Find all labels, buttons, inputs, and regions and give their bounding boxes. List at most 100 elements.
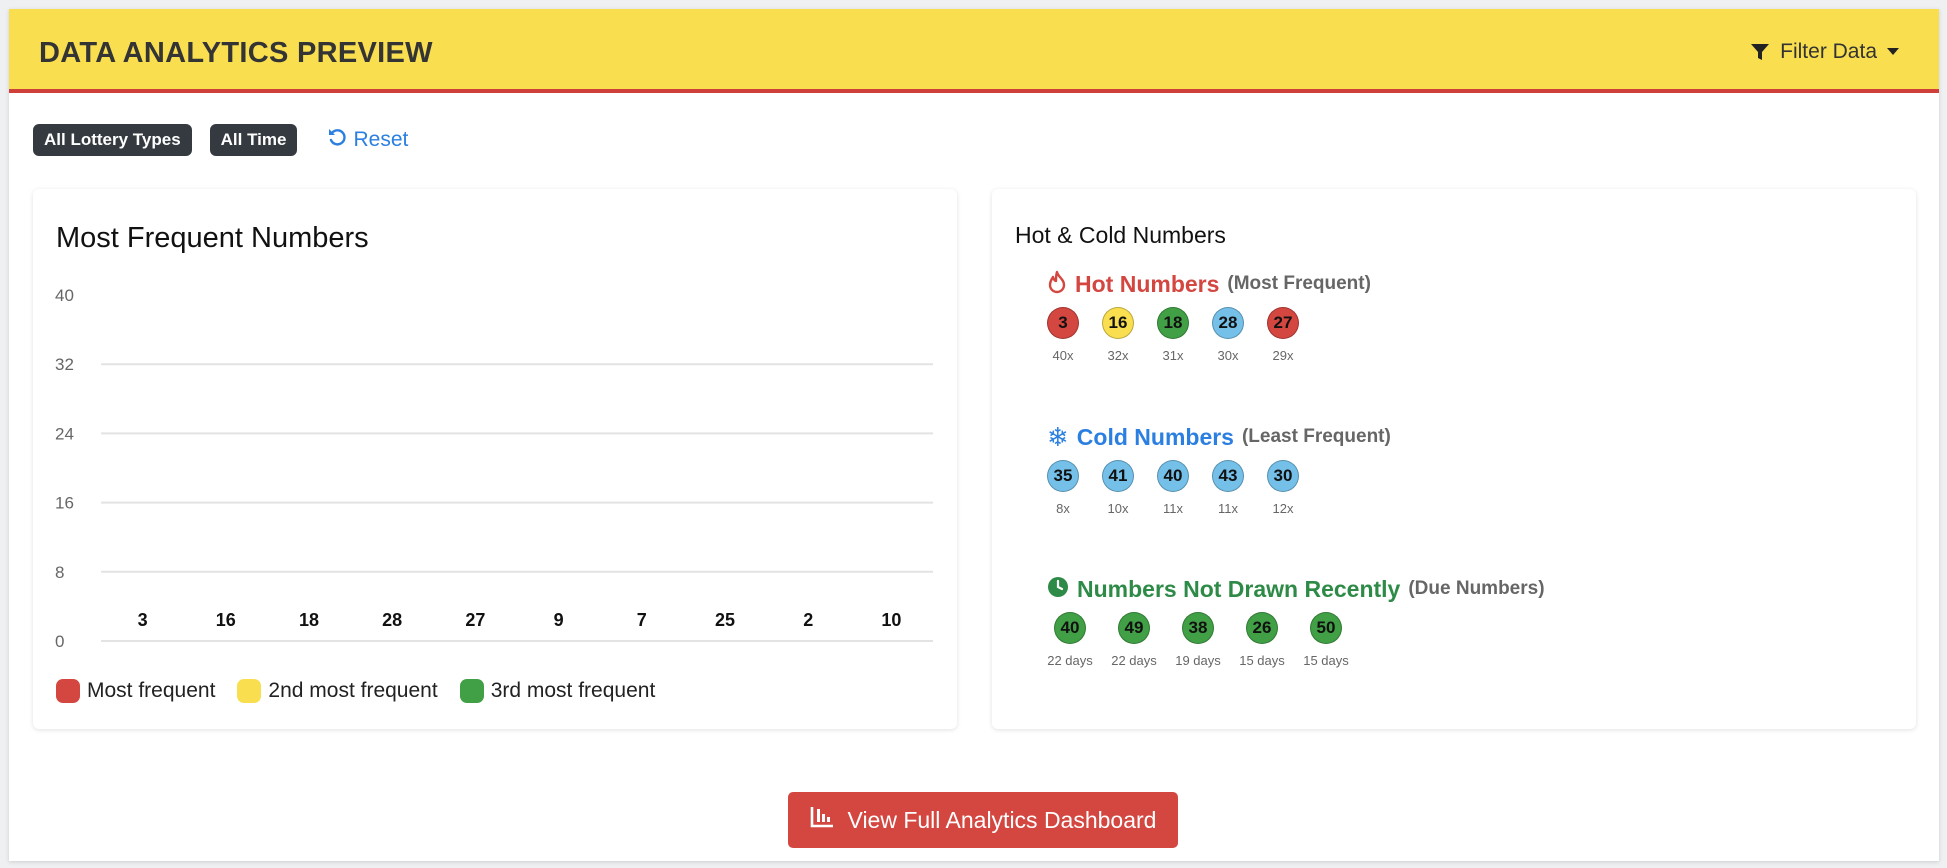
cold-number-item: 40 11x (1157, 460, 1212, 516)
y-tick-label: 24 (55, 424, 74, 443)
number-ball: 18 (1157, 307, 1189, 339)
hot-number-item: 18 31x (1157, 307, 1212, 363)
due-numbers-section: Numbers Not Drawn Recently (Due Numbers)… (1047, 574, 1545, 669)
cold-number-item: 30 12x (1267, 460, 1322, 516)
number-ball: 3 (1047, 307, 1079, 339)
reset-button[interactable]: Reset (327, 127, 408, 153)
number-ball: 30 (1267, 460, 1299, 492)
snowflake-icon: ❄ (1047, 422, 1069, 452)
due-numbers-subheading: (Due Numbers) (1408, 578, 1545, 599)
legend-item-most[interactable]: Most frequent (56, 679, 215, 703)
number-ball-label: 32x (1107, 348, 1129, 363)
hot-cold-panel: Hot & Cold Numbers Hot Numbers (Most Fre… (992, 189, 1916, 729)
x-category-label: 28 (382, 610, 402, 630)
number-ball: 28 (1212, 307, 1244, 339)
due-numbers-heading: Numbers Not Drawn Recently (1077, 575, 1401, 602)
clock-icon (1047, 576, 1069, 603)
hot-number-item: 16 32x (1102, 307, 1157, 363)
x-category-label: 3 (138, 610, 148, 630)
legend-swatch (56, 679, 80, 703)
x-category-label: 2 (803, 610, 813, 630)
hot-numbers-heading: Hot Numbers (1075, 270, 1220, 297)
number-ball-label: 22 days (1047, 653, 1093, 668)
number-ball-label: 10x (1107, 501, 1129, 516)
number-ball-label: 29x (1272, 348, 1294, 363)
x-category-label: 18 (299, 610, 319, 630)
x-category-label: 25 (715, 610, 735, 630)
number-ball-label: 15 days (1239, 653, 1285, 668)
cold-numbers-heading: Cold Numbers (1076, 423, 1234, 450)
undo-icon (327, 127, 347, 153)
number-ball: 50 (1310, 612, 1342, 644)
header-bar: DATA ANALYTICS PREVIEW Filter Data (9, 9, 1939, 93)
hot-numbers-section: Hot Numbers (Most Frequent) 3 40x 16 32x 18 3… (1047, 269, 1371, 363)
number-ball-label: 31x (1162, 348, 1184, 363)
funnel-icon (1750, 42, 1770, 62)
y-tick-label: 16 (55, 494, 74, 513)
cold-numbers-subheading: (Least Frequent) (1241, 426, 1391, 447)
number-ball-label: 11x (1218, 501, 1238, 516)
x-category-label: 16 (216, 610, 236, 630)
number-ball: 27 (1267, 307, 1299, 339)
number-ball: 40 (1054, 612, 1086, 644)
number-ball-label: 15 days (1303, 653, 1349, 668)
number-ball: 41 (1102, 460, 1134, 492)
hot-cold-title: Hot & Cold Numbers (1015, 222, 1226, 248)
hot-numbers-list: 3 40x 16 32x 18 31x 28 30x 27 29x (1047, 307, 1371, 363)
number-ball-label: 12x (1272, 501, 1294, 516)
number-ball: 16 (1102, 307, 1134, 339)
y-tick-label: 40 (55, 286, 74, 305)
legend-label: 3rd most frequent (490, 679, 656, 702)
fire-icon (1047, 270, 1067, 299)
y-tick-label: 8 (55, 563, 64, 582)
hot-number-item: 28 30x (1212, 307, 1267, 363)
due-number-item: 26 15 days (1239, 612, 1303, 668)
x-category-label: 27 (465, 610, 485, 630)
active-filters: All Lottery Types All Time Reset (33, 124, 408, 156)
hot-number-item: 3 40x (1047, 307, 1102, 363)
filter-chip-time-range[interactable]: All Time (209, 124, 298, 156)
reset-label: Reset (353, 128, 409, 151)
number-ball-label: 22 days (1111, 653, 1157, 668)
y-tick-label: 0 (55, 632, 64, 651)
x-category-label: 10 (881, 610, 901, 630)
filter-chip-lottery-type[interactable]: All Lottery Types (33, 124, 192, 156)
number-ball-label: 8x (1056, 501, 1070, 516)
number-ball: 43 (1212, 460, 1244, 492)
due-number-item: 40 22 days (1047, 612, 1111, 668)
cold-number-item: 35 8x (1047, 460, 1102, 516)
number-ball: 26 (1246, 612, 1278, 644)
number-ball-label: 40x (1052, 348, 1074, 363)
analytics-preview-card: DATA ANALYTICS PREVIEW Filter Data All L… (9, 9, 1939, 861)
legend-item-second[interactable]: 2nd most frequent (237, 679, 438, 703)
frequency-chart: 0 8 16 24 32 40 3 16 18 28 27 9 7 25 2 10 (55, 286, 933, 651)
legend-label: 2nd most frequent (268, 679, 438, 702)
due-numbers-list: 40 22 days 49 22 days 38 19 days 26 15 days 50 15… (1047, 612, 1545, 668)
number-ball-label: 11x (1163, 501, 1183, 516)
page-title: DATA ANALYTICS PREVIEW (39, 37, 433, 69)
legend-item-third[interactable]: 3rd most frequent (459, 679, 656, 703)
bar-chart-icon (810, 806, 834, 834)
number-ball-label: 30x (1217, 348, 1239, 363)
cold-number-item: 43 11x (1212, 460, 1267, 516)
number-ball: 49 (1118, 612, 1150, 644)
x-category-label: 7 (637, 610, 647, 630)
filter-data-button[interactable]: Filter Data (1750, 37, 1899, 67)
view-full-dashboard-button[interactable]: View Full Analytics Dashboard (788, 792, 1178, 848)
caret-down-icon (1887, 48, 1899, 56)
due-number-item: 50 15 days (1303, 612, 1367, 668)
hot-number-item: 27 29x (1267, 307, 1322, 363)
hot-numbers-subheading: (Most Frequent) (1227, 273, 1371, 294)
legend-label: Most frequent (87, 679, 216, 702)
number-ball: 38 (1182, 612, 1214, 644)
cold-numbers-list: 35 8x 41 10x 40 11x 43 11x 30 12x (1047, 460, 1391, 516)
legend-swatch (459, 679, 484, 703)
due-number-item: 49 22 days (1111, 612, 1175, 668)
x-category-label: 9 (554, 610, 564, 630)
legend-swatch (237, 679, 262, 703)
filter-data-label: Filter Data (1780, 40, 1877, 63)
y-tick-label: 32 (55, 355, 74, 374)
cold-numbers-section: ❄ Cold Numbers (Least Frequent) 35 8x 41 10… (1047, 422, 1391, 516)
number-ball: 35 (1047, 460, 1079, 492)
number-ball-label: 19 days (1175, 653, 1221, 668)
